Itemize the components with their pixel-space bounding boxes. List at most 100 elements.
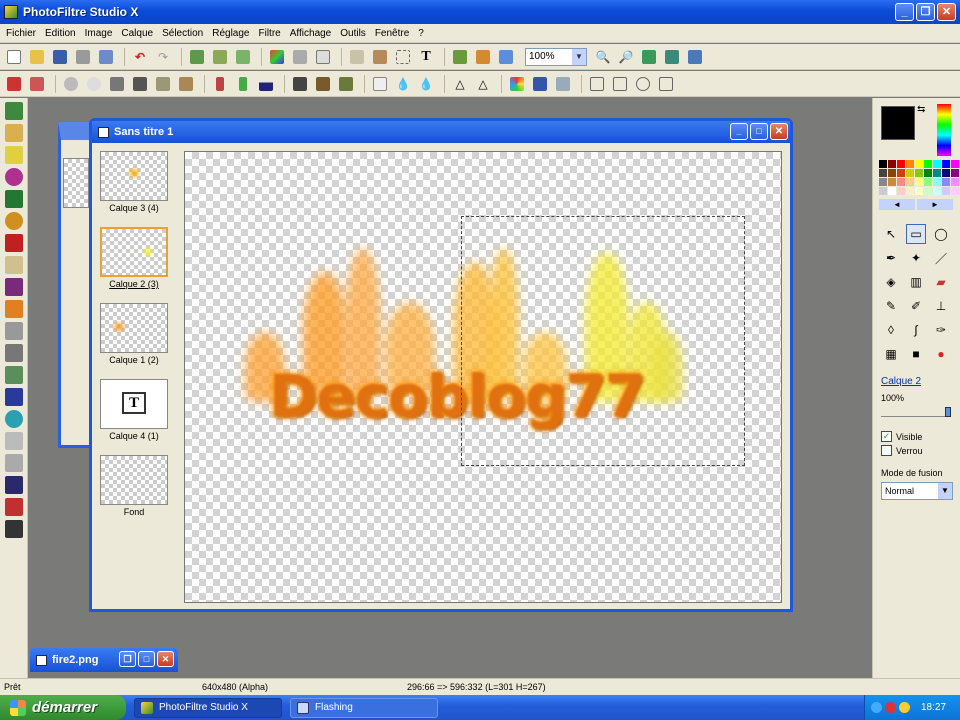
volume-icon[interactable] [899,702,910,713]
gamma-down-icon[interactable] [210,74,230,94]
fit-window-icon[interactable] [639,47,659,67]
doc-maximize-button[interactable]: □ [750,123,768,140]
menu-affichage[interactable]: Affichage [290,28,332,39]
sphere-icon[interactable] [5,410,23,428]
plugin-icon[interactable] [473,47,493,67]
image-canvas[interactable]: Decoblog77 [184,151,782,603]
undo-icon[interactable]: ↶ [130,47,150,67]
texture-icon[interactable] [5,278,23,296]
module-icon[interactable] [5,124,23,142]
menu-edition[interactable]: Edition [45,28,76,39]
zoom-out-icon[interactable]: 🔎 [616,47,636,67]
smudge-icon[interactable]: ∫ [906,320,926,340]
open-folder-icon[interactable] [27,47,47,67]
frame-icon[interactable] [370,47,390,67]
document-window[interactable]: Sans titre 1 _ □ ✕ Calque 3 (4) Calque 2… [89,118,793,612]
soften-icon[interactable]: △ [450,74,470,94]
ellipse-select-icon[interactable]: ◯ [931,224,951,244]
zoom-in-icon[interactable]: 🔍 [593,47,613,67]
monitor-icon[interactable] [685,47,705,67]
opacity-slider[interactable] [881,407,951,417]
stamp-icon[interactable] [5,432,23,450]
crop-icon[interactable] [347,47,367,67]
note-icon[interactable] [5,256,23,274]
pattern-tool-icon[interactable]: ▦ [881,344,901,364]
save-batch-icon[interactable] [5,476,23,494]
taskbar-item-photofiltre[interactable]: PhotoFiltre Studio X [134,697,282,718]
sharpen-drop-icon[interactable]: 💧 [416,74,436,94]
saturation-down-icon[interactable] [153,74,173,94]
color-palette-icon[interactable] [507,74,527,94]
new-file-icon[interactable] [4,47,24,67]
palette-next-button[interactable]: ► [917,199,953,210]
foreground-color-swatch[interactable] [881,106,915,140]
stamp-tool-icon[interactable]: ⊥ [931,296,951,316]
layer-item[interactable]: Fond [100,455,168,517]
gradient-tool-icon[interactable] [5,300,23,318]
levels-icon[interactable] [5,388,23,406]
menu-image[interactable]: Image [85,28,113,39]
saturation-up-icon[interactable] [176,74,196,94]
layer-item-selected[interactable]: Calque 2 (3) [100,227,168,289]
layer-item[interactable]: Calque 1 (2) [100,303,168,365]
color-palette[interactable] [879,160,960,195]
globe-icon[interactable] [5,212,23,230]
gamma-up-icon[interactable] [233,74,253,94]
minimized-document-window[interactable]: fire2.png ❐ □ ✕ [30,648,178,672]
contrast-up-icon[interactable] [130,74,150,94]
invert-icon[interactable] [370,74,390,94]
automate-icon[interactable] [450,47,470,67]
explorer-icon[interactable] [5,146,23,164]
brush-icon[interactable]: ✎ [881,296,901,316]
menu-help[interactable]: ? [418,28,424,39]
selection-icon[interactable] [393,47,413,67]
eraser-icon[interactable]: ▰ [931,272,951,292]
layer-item[interactable]: Calque 3 (4) [100,151,168,213]
scan-icon[interactable] [96,47,116,67]
blend-mode-select[interactable]: Normal ▼ [881,482,953,500]
antivirus-icon[interactable] [885,702,896,713]
spray-icon[interactable]: ▥ [906,272,926,292]
opacity-slider-thumb[interactable] [945,407,951,417]
redo-icon[interactable]: ↷ [153,47,173,67]
eyedropper-icon[interactable]: ✒ [881,248,901,268]
effect-icon[interactable] [336,74,356,94]
menu-fichier[interactable]: Fichier [6,28,36,39]
magic-wand-icon[interactable]: ✦ [906,248,926,268]
min-close-button[interactable]: ✕ [157,651,174,667]
strawberry-icon[interactable]: ● [931,344,951,364]
hue-slider[interactable] [937,104,951,156]
menu-fenetre[interactable]: Fenêtre [375,28,409,39]
close-button[interactable]: ✕ [937,3,956,21]
brightness-up-icon[interactable] [84,74,104,94]
selection-tool-icon[interactable]: ▭ [906,224,926,244]
menu-outils[interactable]: Outils [340,28,366,39]
active-layer-name[interactable]: Calque 2 [881,376,960,387]
document-titlebar[interactable]: Sans titre 1 _ □ ✕ [92,121,790,143]
disk-icon[interactable] [5,520,23,538]
color-picker-icon[interactable] [5,168,23,186]
min-maximize-button[interactable]: □ [138,651,155,667]
print-icon[interactable] [73,47,93,67]
brightness-down-icon[interactable] [61,74,81,94]
tree-icon[interactable] [5,366,23,384]
image-size-icon[interactable] [313,47,333,67]
advanced-brush-icon[interactable]: ✐ [906,296,926,316]
curve-icon[interactable] [5,322,23,340]
start-button[interactable]: démarrer [0,695,126,720]
fill-pattern-icon[interactable] [290,47,310,67]
selection-marquee[interactable] [461,216,745,466]
visible-checkbox[interactable]: ✓ Visible [881,431,960,442]
panel-icon[interactable] [5,454,23,472]
flip-vertical-icon[interactable] [610,74,630,94]
blur-icon[interactable]: △ [473,74,493,94]
paste-icon[interactable] [210,47,230,67]
paste-new-icon[interactable] [233,47,253,67]
actual-size-icon[interactable] [662,47,682,67]
sepia-icon[interactable] [313,74,333,94]
restore-button[interactable]: ❐ [916,3,935,21]
fullscreen-icon[interactable] [496,47,516,67]
blur-drop-icon[interactable]: 💧 [393,74,413,94]
clone-brush-icon[interactable]: ✑ [931,320,951,340]
lock-checkbox[interactable]: Verrou [881,445,960,456]
